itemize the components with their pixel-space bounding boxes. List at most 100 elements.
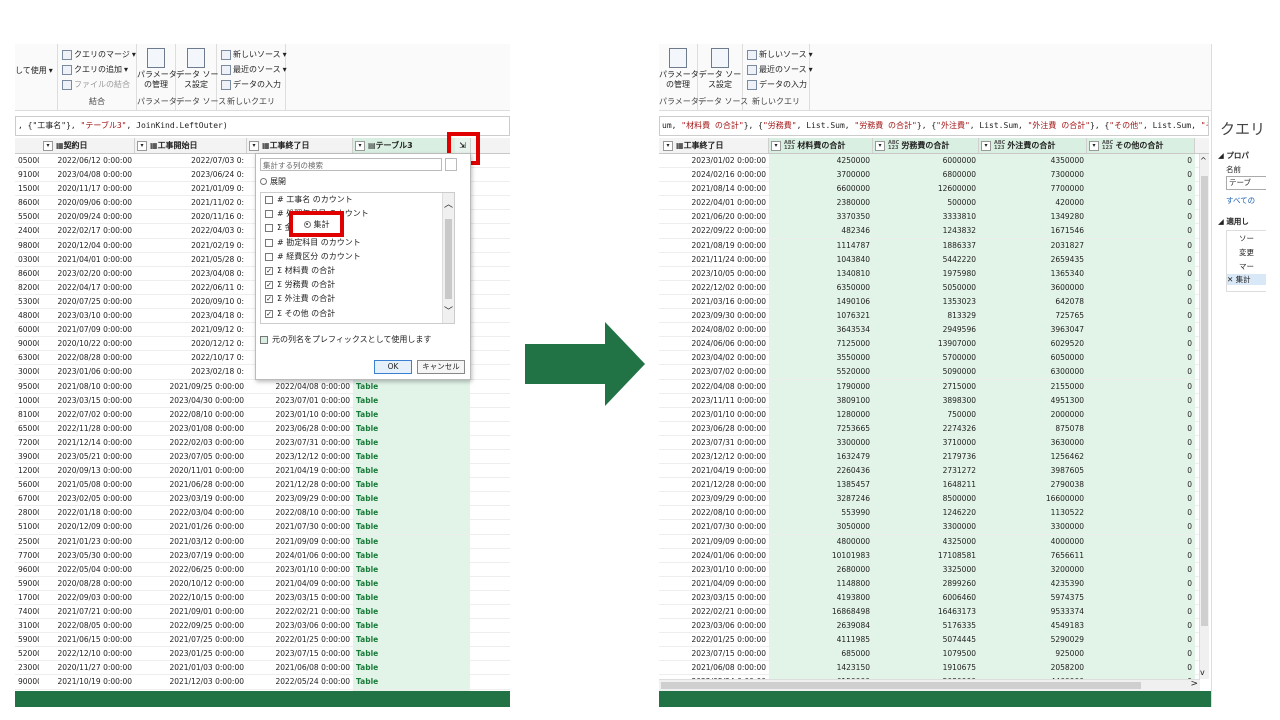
vertical-scrollbar[interactable]: ^ v	[1199, 154, 1209, 679]
column-filter-icon[interactable]: ▾	[355, 140, 365, 151]
new-source-button[interactable]: 新しいソース ▾	[221, 49, 287, 60]
column-filter-icon[interactable]: ▾	[663, 140, 673, 151]
column-header-contract-date[interactable]: ▾ ▦ 契約日	[15, 138, 135, 153]
table-link[interactable]: Table	[353, 435, 470, 450]
aggregate-column-option[interactable]: ✓ Σ 外注費 の合計	[261, 292, 454, 306]
aggregate-search-input[interactable]: 集計する列の検索	[260, 158, 442, 171]
scroll-thumb[interactable]	[445, 219, 452, 299]
datetime-type-icon: ▦	[150, 141, 158, 150]
table-row: 2024/02/16 0:00:00 3700000 6800000 7300000 0	[659, 168, 1200, 183]
data-source-settings-button[interactable]: データ ソー ス設定	[698, 48, 742, 90]
table-link[interactable]: Table	[353, 647, 470, 662]
applied-steps-label: 適用し	[1226, 217, 1249, 226]
horizontal-scrollbar[interactable]: >	[659, 679, 1200, 691]
chevron-down-icon[interactable]: v	[1200, 668, 1205, 677]
manage-parameters-button[interactable]: パラメーター の管理	[137, 48, 185, 90]
formula-bar[interactable]: um, "材料費 の合計"}, {"労務費", List.Sum, "労務費 の…	[659, 116, 1209, 136]
table-cell: 685000	[769, 647, 873, 662]
column-header-labor-sum[interactable]: ▾ ABC 123 労務費の合計	[873, 138, 979, 153]
delete-step-icon[interactable]: ✕	[1227, 275, 1236, 284]
query-name-input[interactable]: テーブ	[1226, 176, 1266, 190]
ok-button[interactable]: OK	[374, 360, 412, 374]
table-cell: 1349280	[979, 210, 1087, 225]
table-cell: 0	[1087, 647, 1195, 662]
aggregate-column-option[interactable]: ✓ Σ 労務費 の合計	[261, 278, 454, 292]
aggregate-column-option[interactable]: ✓ Σ 材料費 の合計	[261, 264, 454, 278]
manage-parameters-button[interactable]: パラメーター の管理	[659, 48, 707, 90]
table-link[interactable]: Table	[353, 562, 470, 577]
enter-data-button[interactable]: データの入力	[221, 79, 281, 90]
aggregate-radio[interactable]: 集計	[289, 211, 344, 237]
table-link[interactable]: Table	[353, 492, 470, 507]
column-header-outsourcing-sum[interactable]: ▾ ABC 123 外注費の合計	[979, 138, 1087, 153]
table-link[interactable]: Table	[353, 449, 470, 464]
aggregate-column-option[interactable]: # 経費区分 のカウント	[261, 250, 454, 264]
column-filter-icon[interactable]: ▾	[249, 140, 259, 151]
search-icon[interactable]	[445, 158, 457, 171]
table-link[interactable]: Table	[353, 576, 470, 591]
table-cell: 3000000	[18, 367, 39, 377]
table-link[interactable]: Table	[353, 464, 470, 479]
column-header-material-sum[interactable]: ▾ ABC 123 材料費の合計	[769, 138, 873, 153]
append-queries-button[interactable]: クエリの追加 ▾	[62, 64, 128, 75]
properties-section[interactable]: ◢ プロパ	[1218, 150, 1249, 161]
recent-sources-button[interactable]: 最近のソース ▾	[747, 64, 813, 75]
table-cell: 2020/08/28 0:00:00	[57, 578, 132, 588]
table-cell: 2022/02/03 0:00:00	[169, 437, 244, 447]
enter-data-button[interactable]: データの入力	[747, 79, 807, 90]
applied-steps-section[interactable]: ◢ 適用し	[1218, 216, 1249, 227]
step-item[interactable]: マー	[1239, 261, 1254, 272]
column-filter-icon[interactable]: ▾	[137, 140, 147, 151]
table-link[interactable]: Table	[353, 506, 470, 521]
combine-files-button[interactable]: ファイルの結合	[62, 79, 130, 90]
table-link[interactable]: Table	[353, 661, 470, 676]
column-header-start-date[interactable]: ▾ ▦ 工事開始日	[135, 138, 247, 153]
merge-queries-button[interactable]: クエリのマージ ▾	[62, 49, 136, 60]
chevron-right-icon[interactable]: >	[1190, 679, 1198, 689]
expand-radio[interactable]: 展開	[260, 176, 286, 187]
table-link[interactable]: Table	[353, 590, 470, 605]
step-item[interactable]: ソー	[1239, 233, 1254, 244]
table-link[interactable]: Table	[353, 633, 470, 648]
step-item-selected[interactable]: ✕ 集計	[1227, 274, 1266, 285]
new-source-button[interactable]: 新しいソース ▾	[747, 49, 813, 60]
use-as-header-button[interactable]: して使用 ▾	[15, 65, 53, 76]
chevron-down-icon[interactable]: ﹀	[444, 304, 453, 317]
table-link[interactable]: Table	[353, 605, 470, 619]
list-scrollbar[interactable]: ︿ ﹀	[442, 193, 454, 323]
column-filter-icon[interactable]: ▾	[771, 140, 781, 151]
column-header-end-date[interactable]: ▾ ▦ 工事終了日	[247, 138, 353, 153]
table-link[interactable]: Table	[353, 393, 470, 408]
data-source-settings-button[interactable]: データ ソー ス設定	[176, 48, 219, 90]
table-cell: 6300000	[979, 365, 1087, 380]
table-link[interactable]: Table	[353, 421, 470, 436]
chevron-up-icon[interactable]: ︿	[444, 197, 453, 210]
table-link[interactable]: Table	[353, 548, 470, 563]
column-filter-icon[interactable]: ▾	[1089, 140, 1099, 151]
column-filter-icon[interactable]: ▾	[43, 140, 53, 151]
scroll-thumb[interactable]	[1201, 176, 1208, 626]
aggregate-column-option[interactable]: ✓ Σ その他 の合計	[261, 307, 454, 321]
cancel-button[interactable]: キャンセル	[417, 360, 465, 374]
table-link[interactable]: Table	[353, 379, 470, 394]
prefix-checkbox[interactable]: 元の列名をプレフィックスとして使用します	[260, 334, 431, 345]
all-properties-link[interactable]: すべての	[1226, 195, 1255, 206]
table-link[interactable]: Table	[353, 675, 470, 690]
step-item[interactable]: 変更	[1239, 247, 1254, 258]
table-link[interactable]: Table	[353, 478, 470, 493]
recent-sources-button[interactable]: 最近のソース ▾	[221, 64, 287, 75]
scroll-thumb[interactable]	[661, 682, 1141, 689]
column-filter-icon[interactable]: ▾	[981, 140, 991, 151]
table-link[interactable]: Table	[353, 407, 470, 422]
aggregate-column-option[interactable]: # 勘定科目 のカウント	[261, 236, 454, 250]
column-header-other-sum[interactable]: ▾ ABC 123 その他の合計	[1087, 138, 1195, 153]
arrow-right-icon	[525, 322, 645, 406]
table-link[interactable]: Table	[353, 520, 470, 535]
chevron-up-icon[interactable]: ^	[1200, 156, 1207, 165]
table-link[interactable]: Table	[353, 534, 470, 549]
table-link[interactable]: Table	[353, 619, 470, 634]
aggregate-column-option[interactable]: # 工事名 のカウント	[261, 193, 454, 207]
column-filter-icon[interactable]: ▾	[875, 140, 885, 151]
column-header-end-date[interactable]: ▾ ▦ 工事終了日	[659, 138, 769, 153]
formula-bar[interactable]: , {"工事名"}, "テーブル3", JoinKind.LeftOuter)	[15, 116, 510, 136]
